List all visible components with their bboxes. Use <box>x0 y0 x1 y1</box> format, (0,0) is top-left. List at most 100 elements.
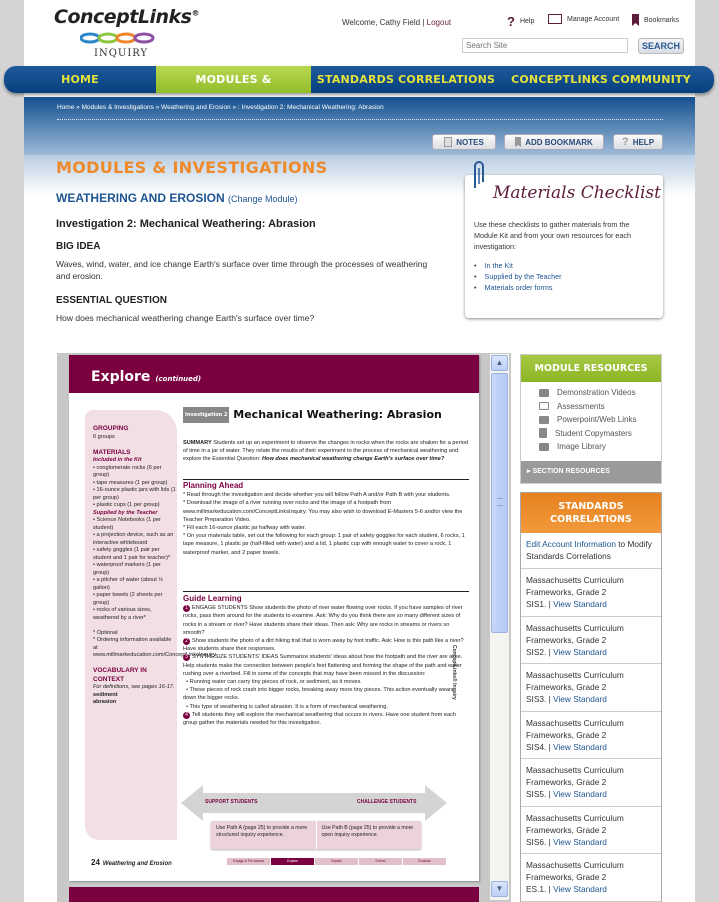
doc-planning: Planning Ahead * Read through the invest… <box>183 481 465 556</box>
page-title: MODULES & INVESTIGATIONS <box>56 158 328 177</box>
standard-item: Massachusetts Curriculum Frameworks, Gra… <box>521 807 661 854</box>
notepad-icon <box>444 137 453 147</box>
standard-item: Massachusetts Curriculum Frameworks, Gra… <box>521 759 661 807</box>
view-standard-link[interactable]: View Standard <box>553 742 607 752</box>
presentation-icon <box>539 415 549 424</box>
document-viewer[interactable]: Explore (continued) GROUPING 6 groups MA… <box>57 353 511 902</box>
view-standard-link[interactable]: View Standard <box>553 647 607 657</box>
resource-image-library[interactable]: Image Library <box>539 440 661 454</box>
breadcrumb[interactable]: Home » Modules & Investigations » Weathe… <box>57 104 384 111</box>
scroll-thumb[interactable] <box>491 373 508 633</box>
phase-engage: Engage & Pre-Assess <box>227 858 271 865</box>
path-options: Use Path A (page 25) to provide a more s… <box>211 821 421 849</box>
nav-home[interactable]: HOME <box>4 66 156 93</box>
challenge-students-label: CHALLENGE STUDENTS <box>357 799 417 805</box>
phase-explain: Explain <box>315 858 359 865</box>
checklist-links: In the Kit Supplied by the Teacher Mater… <box>474 260 562 293</box>
question-mark-icon: ? <box>507 14 515 29</box>
paperclip-icon <box>474 161 484 188</box>
next-page-header <box>69 887 479 902</box>
doc-rule <box>183 479 469 480</box>
investigation-title: Investigation 2: Mechanical Weathering: … <box>56 218 316 230</box>
chain-links-icon <box>80 32 155 44</box>
search-input[interactable] <box>462 38 628 53</box>
doc-header-bar: Explore (continued) <box>69 355 479 393</box>
standard-item: Massachusetts Curriculum Frameworks, Gra… <box>521 664 661 712</box>
manage-account-link[interactable]: Manage Account <box>548 14 619 24</box>
change-module-link[interactable]: (Change Module) <box>228 194 298 204</box>
grip-icon <box>497 498 503 506</box>
nav-conceptlinks-community[interactable]: CONCEPTLINKS COMMUNITY <box>501 66 701 93</box>
notes-button[interactable]: NOTES <box>432 134 496 150</box>
checklist-link-supplied-by-teacher[interactable]: Supplied by the Teacher <box>474 271 562 282</box>
scroll-up-button[interactable]: ▲ <box>491 355 508 371</box>
bookmark-icon <box>632 14 639 26</box>
materials-checklist: Materials Checklist Use these checklists… <box>465 175 663 318</box>
bookmarks-link[interactable]: Bookmarks <box>632 14 679 26</box>
edit-account-info: Edit Account Information to Modify Stand… <box>521 533 661 569</box>
camera-icon <box>539 442 549 451</box>
phase-bar: Engage & Pre-Assess Explore Explain Exte… <box>227 858 447 865</box>
checklist-link-in-kit[interactable]: In the Kit <box>474 260 562 271</box>
breadcrumb-divider <box>57 119 663 120</box>
scroll-down-button[interactable]: ▼ <box>491 881 508 897</box>
copymaster-icon <box>539 428 547 439</box>
add-bookmark-button[interactable]: ADD BOOKMARK <box>504 134 604 150</box>
resource-powerpoint-web-links[interactable]: Powerpoint/Web Links <box>539 413 661 427</box>
nav-modules-investigations[interactable]: MODULES & INVESTIGATIONS <box>156 66 311 113</box>
view-standard-link[interactable]: View Standard <box>553 837 607 847</box>
view-standard-link[interactable]: View Standard <box>553 694 607 704</box>
video-icon <box>539 388 549 397</box>
help-button[interactable]: ? HELP <box>613 134 663 150</box>
module-resources-title: MODULE RESOURCES <box>521 355 661 382</box>
doc-summary: SUMMARY Students set up an experiment to… <box>183 440 468 463</box>
phase-evaluate: Evaluate <box>403 858 447 865</box>
document-page: Explore (continued) GROUPING 6 groups MA… <box>69 355 479 881</box>
edit-account-link[interactable]: Edit Account Information <box>526 539 616 549</box>
standards-correlations-panel: STANDARDS CORRELATIONS Edit Account Infor… <box>520 492 662 902</box>
view-standard-link[interactable]: View Standard <box>553 599 607 609</box>
bookmark-icon <box>515 137 522 147</box>
resource-assessments[interactable]: Assessments <box>539 400 661 414</box>
checklist-title: Materials Checklist <box>493 183 661 203</box>
section-resources-toggle[interactable]: ▸ SECTION RESOURCES <box>521 461 661 483</box>
nav-standards-correlations[interactable]: STANDARDS CORRELATIONS <box>311 66 501 93</box>
checklist-link-order-forms[interactable]: Materials order forms <box>474 282 562 293</box>
assessment-icon <box>539 402 549 411</box>
phase-extend: Extend <box>359 858 403 865</box>
standard-item: Massachusetts Curriculum Frameworks, Gra… <box>521 854 661 902</box>
standard-item: Massachusetts Curriculum Frameworks, Gra… <box>521 617 661 664</box>
support-students-label: SUPPORT STUDENTS <box>205 799 258 805</box>
logo[interactable]: ConceptLinks® INQUIRY <box>54 6 199 62</box>
doc-title-block: Investigation 2 Mechanical Weathering: A… <box>183 407 442 423</box>
main-nav: HOME MODULES & INVESTIGATIONS STANDARDS … <box>4 66 714 113</box>
welcome-text: Welcome, Cathy Field | Logout <box>342 18 452 27</box>
search-button[interactable]: SEARCH <box>638 38 684 54</box>
doc-sidebar-content: GROUPING 6 groups MATERIALS Included in … <box>93 425 217 705</box>
id-card-icon <box>548 14 562 24</box>
logo-subtitle: INQUIRY <box>94 48 149 59</box>
help-link[interactable]: ? Help <box>507 14 534 29</box>
view-standard-link[interactable]: View Standard <box>553 884 607 894</box>
standard-item: Massachusetts Curriculum Frameworks, Gra… <box>521 712 661 759</box>
doc-page-footer: 24 Weathering and Erosion <box>91 858 172 867</box>
resource-student-copymasters[interactable]: Student Copymasters <box>539 427 661 441</box>
module-title: WEATHERING AND EROSION (Change Module) <box>56 191 298 205</box>
checklist-description: Use these checklists to gather materials… <box>474 220 632 251</box>
standards-title: STANDARDS CORRELATIONS <box>521 493 661 533</box>
essential-question-heading: ESSENTIAL QUESTION <box>56 295 167 306</box>
resource-demonstration-videos[interactable]: Demonstration Videos <box>539 386 661 400</box>
big-idea-text: Waves, wind, water, and ice change Earth… <box>56 259 428 281</box>
doc-rule <box>183 591 469 592</box>
view-standard-link[interactable]: View Standard <box>553 789 607 799</box>
logo-text: ConceptLinks® <box>54 6 199 28</box>
essential-question-text: How does mechanical weathering change Ea… <box>56 313 315 323</box>
path-a-text: Use Path A (page 25) to provide a more s… <box>211 821 317 849</box>
standard-item: Massachusetts Curriculum Frameworks, Gra… <box>521 569 661 617</box>
big-idea-heading: BIG IDEA <box>56 241 101 252</box>
document-scrollbar[interactable]: ▲ ▼ <box>490 354 509 900</box>
phase-explore: Explore <box>271 858 315 865</box>
question-mark-icon: ? <box>621 136 629 148</box>
logout-link[interactable]: Logout <box>427 18 451 27</box>
doc-vertical-label: ConceptLinks® Inquiry <box>451 645 457 700</box>
